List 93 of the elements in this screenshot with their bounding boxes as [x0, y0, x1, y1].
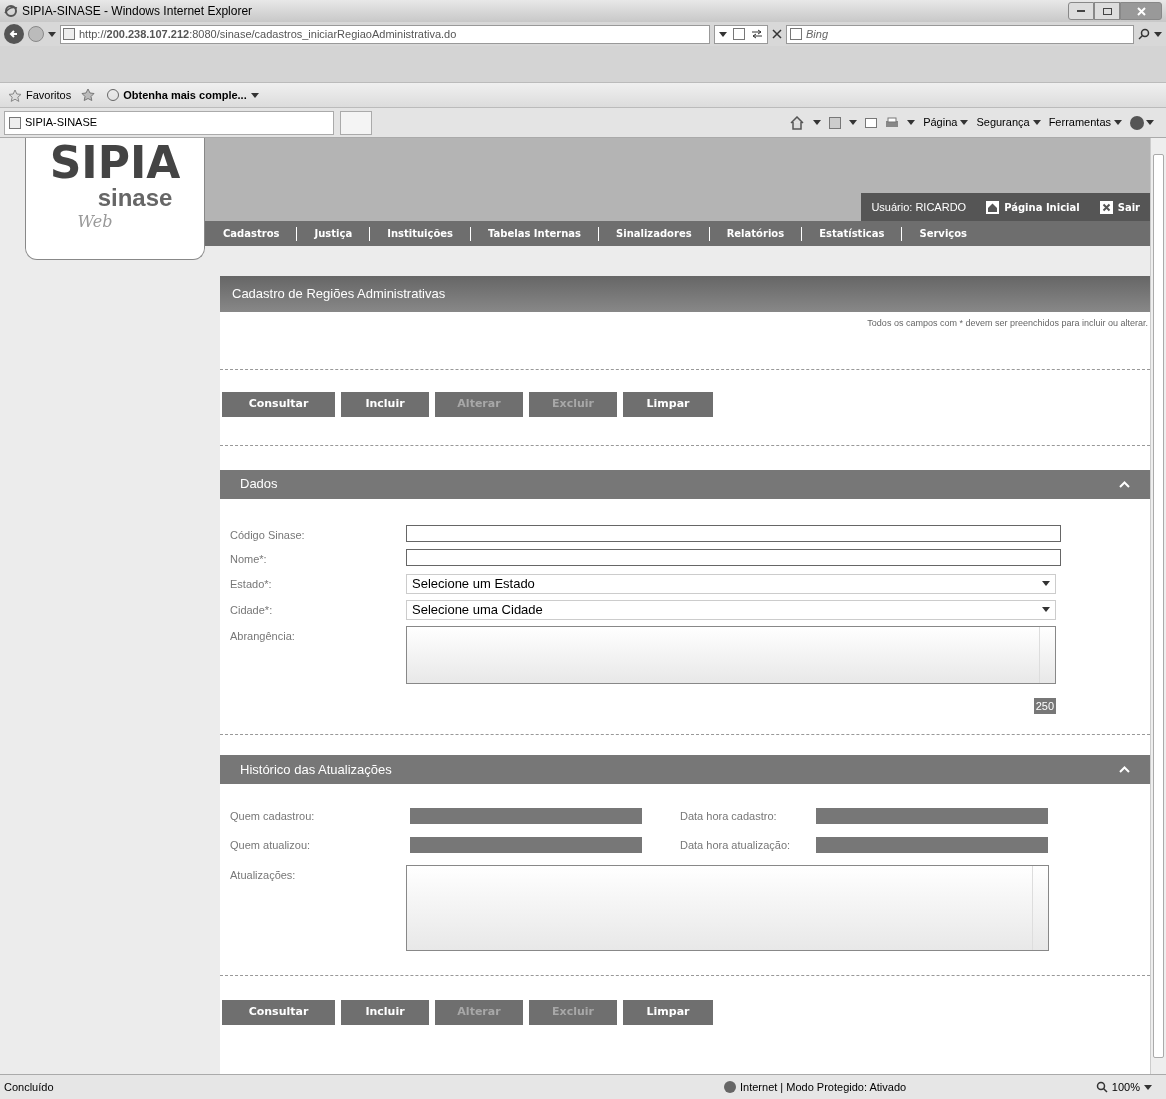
nav-item[interactable]: Cadastros	[205, 226, 297, 241]
field-label: Quem cadastrou:	[230, 809, 316, 824]
close-icon	[1136, 6, 1146, 16]
address-field[interactable]: http://200.238.107.212:8080/sinase/cadastros_iniciarRegiaoAdministrativa.do	[60, 24, 710, 44]
logo-title: SIPIA	[49, 140, 181, 186]
zoom-button[interactable]: 100%	[1095, 1078, 1162, 1096]
page-icon	[63, 28, 75, 40]
home-icon	[986, 200, 1000, 214]
action-button[interactable]: Incluir	[341, 1000, 429, 1025]
page-scrollbar[interactable]	[1150, 138, 1166, 1074]
minimize-button[interactable]	[1068, 2, 1094, 20]
required-note: Todos os campos com * devem ser preenchidos para incluir ou alterar.	[867, 317, 1149, 330]
section-title: Dados	[240, 475, 278, 494]
select-field[interactable]: Selecione uma Cidade	[406, 599, 1056, 620]
field-label: Cidade*:	[230, 602, 274, 618]
home-link[interactable]: Página Inicial	[986, 199, 1080, 215]
caret-icon[interactable]	[907, 120, 916, 125]
nav-item[interactable]: Justiça	[297, 226, 370, 241]
caret-icon[interactable]	[813, 120, 822, 125]
exit-link[interactable]: Sair	[1099, 199, 1140, 215]
logo-subtitle: sinase	[96, 186, 173, 210]
caret-icon[interactable]	[1032, 120, 1041, 125]
nav-item[interactable]: Relatórios	[709, 226, 802, 241]
field-label: Nome*:	[230, 552, 268, 567]
help-button[interactable]	[1130, 115, 1154, 130]
field-label: Código Sinase:	[230, 527, 306, 543]
caret-icon[interactable]	[960, 120, 969, 125]
caret-icon[interactable]	[849, 120, 858, 125]
nav-item[interactable]: Sinalizadores	[599, 226, 709, 241]
add-favorite-icon[interactable]	[81, 88, 98, 102]
text-area[interactable]	[406, 625, 1056, 684]
caret-icon[interactable]	[719, 31, 727, 37]
caret-icon[interactable]	[1144, 1084, 1152, 1090]
refresh-icon[interactable]	[751, 29, 763, 39]
caret-icon[interactable]	[1146, 120, 1154, 125]
maximize-button[interactable]	[1094, 2, 1120, 20]
back-button[interactable]	[4, 24, 24, 44]
caret-icon[interactable]	[1042, 607, 1050, 612]
globe-icon	[724, 1081, 736, 1093]
text-area[interactable]	[406, 865, 1049, 951]
close-button[interactable]	[1120, 2, 1162, 20]
search-field[interactable]: Bing	[786, 24, 1134, 44]
select-field[interactable]: Selecione um Estado	[406, 573, 1056, 594]
action-button[interactable]: Consultar	[222, 1000, 335, 1025]
action-button[interactable]: Incluir	[341, 391, 429, 417]
star-icon	[8, 88, 22, 102]
caret-icon[interactable]	[48, 31, 56, 37]
command-menu[interactable]: Ferramentas	[1048, 114, 1122, 131]
caret-icon[interactable]	[250, 92, 259, 98]
command-menu[interactable]: Segurança	[976, 114, 1041, 131]
caret-icon[interactable]	[1042, 581, 1050, 586]
action-button[interactable]: Consultar	[222, 391, 335, 417]
command-menu[interactable]: Página	[923, 114, 969, 131]
favorites-button[interactable]: Favoritos	[8, 86, 72, 104]
field-label: Abrangência:	[230, 628, 296, 644]
action-button[interactable]: Limpar	[623, 391, 713, 417]
zoom-icon	[1095, 1081, 1108, 1093]
field-label: Data hora atualização:	[679, 837, 792, 853]
favorite-link[interactable]: Obtenha mais comple...	[107, 86, 259, 104]
collapse-icon[interactable]	[1119, 766, 1130, 773]
collapse-icon[interactable]	[1119, 480, 1130, 488]
field-label: Data hora cadastro:	[679, 809, 778, 824]
section-title: Histórico das Atualizações	[240, 760, 392, 779]
caret-icon[interactable]	[1154, 31, 1162, 37]
feed-icon[interactable]	[829, 116, 842, 129]
back-arrow-icon	[9, 29, 19, 39]
browser-tab[interactable]: SIPIA-SINASE	[4, 110, 334, 135]
page-title: Cadastro de Regiões Administrativas	[232, 285, 446, 304]
user-name: Usuário: RICARDO	[871, 199, 967, 215]
security-zone: Internet | Modo Protegido: Ativado	[740, 1079, 907, 1095]
nav-item[interactable]: Serviços	[902, 226, 985, 241]
caret-icon[interactable]	[1114, 120, 1122, 125]
stop-icon[interactable]	[772, 29, 782, 39]
browser-icon	[4, 4, 18, 18]
nav-item[interactable]: Instituições	[370, 226, 471, 241]
field-label: Atualizações:	[230, 868, 297, 883]
close-icon	[1099, 200, 1113, 214]
character-counter: 250	[1033, 697, 1056, 714]
text-field[interactable]	[406, 549, 1061, 566]
window-title: SIPIA-SINASE - Windows Internet Explorer	[22, 3, 253, 20]
logo-tag: Web	[77, 210, 153, 234]
action-button[interactable]: Limpar	[623, 1000, 713, 1025]
search-icon[interactable]	[1138, 28, 1150, 40]
text-field[interactable]	[406, 524, 1061, 542]
mail-icon[interactable]	[865, 117, 878, 128]
status-text: Concluído	[4, 1079, 55, 1095]
field-label: Quem atualizou:	[230, 837, 312, 853]
printer-icon[interactable]	[885, 116, 900, 129]
home-icon[interactable]	[789, 115, 806, 130]
nav-item[interactable]: Tabelas Internas	[471, 226, 598, 241]
field-label: Estado*:	[230, 576, 273, 592]
compatibility-icon[interactable]	[733, 28, 745, 40]
nav-item[interactable]: Estatísticas	[802, 226, 902, 241]
